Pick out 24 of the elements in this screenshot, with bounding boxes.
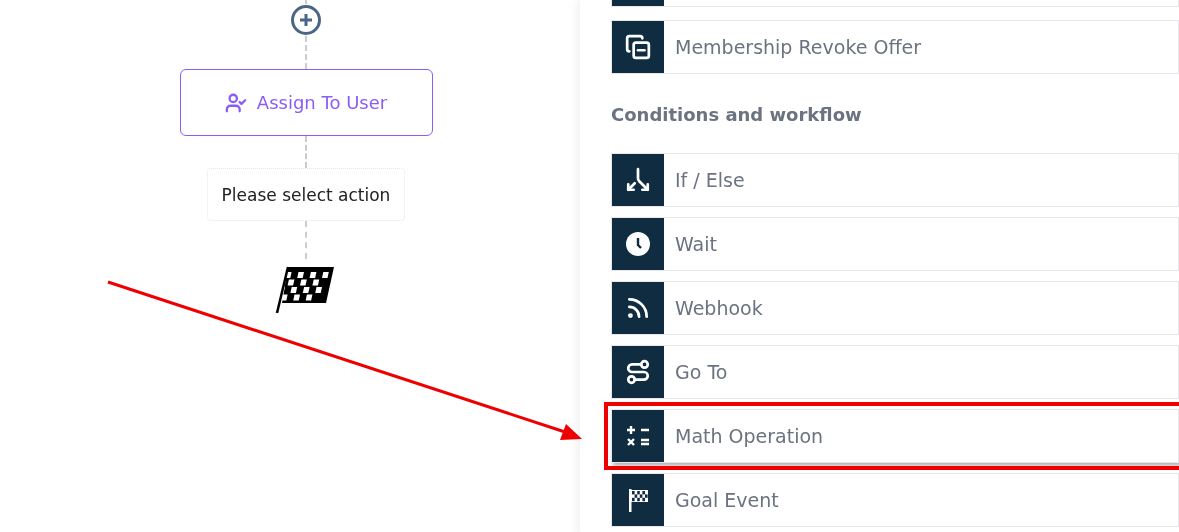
clock-icon xyxy=(625,231,651,257)
action-label: Wait xyxy=(674,232,717,257)
action-item[interactable]: Go To xyxy=(611,345,1179,399)
action-item[interactable]: If / Else xyxy=(611,153,1179,207)
action-label: Go To xyxy=(674,360,728,385)
rss-icon xyxy=(625,295,651,321)
node-label: Assign To User xyxy=(256,92,388,113)
copy-minus-icon xyxy=(625,34,651,60)
checkered-flag-icon xyxy=(626,487,650,513)
action-label: Webhook xyxy=(674,296,763,321)
route-icon xyxy=(625,359,651,385)
action-item[interactable]: Goal Event xyxy=(611,473,1179,527)
section-title: Conditions and workflow xyxy=(611,104,863,125)
action-item[interactable]: Membership Revoke Offer xyxy=(611,20,1179,74)
action-label: Membership Revoke Offer xyxy=(674,35,921,60)
add-step-icon[interactable] xyxy=(290,4,322,36)
user-check-icon xyxy=(224,91,247,114)
action-label: If / Else xyxy=(674,168,745,193)
assign-user-node[interactable]: Assign To User xyxy=(179,69,433,136)
action-label: Math Operation xyxy=(674,424,824,449)
action-label: Goal Event xyxy=(674,488,779,513)
action-item[interactable]: Wait xyxy=(611,217,1179,271)
action-item[interactable]: Webhook xyxy=(611,281,1179,335)
split-arrow-icon xyxy=(625,167,651,193)
